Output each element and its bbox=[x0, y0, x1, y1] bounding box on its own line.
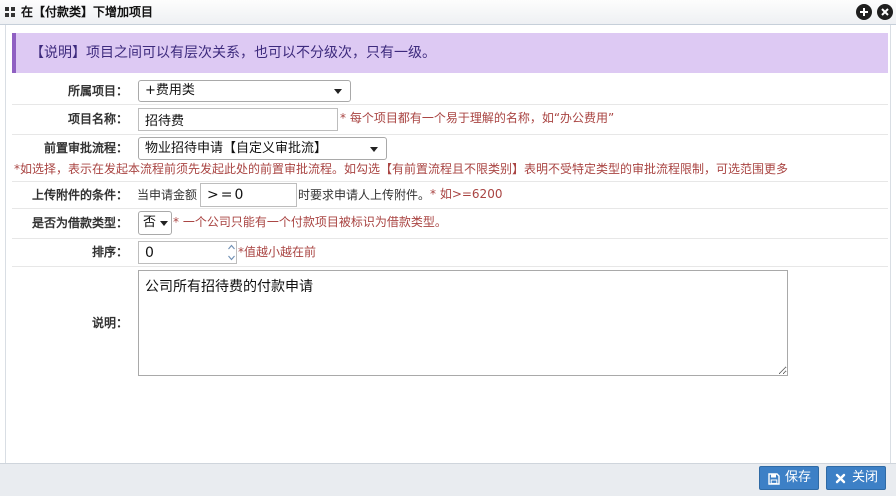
save-button-label: 保存 bbox=[785, 470, 812, 485]
save-button[interactable]: 保存 bbox=[759, 466, 819, 490]
form-row-description: 说明： 公司所有招待费的付款申请 bbox=[12, 267, 888, 382]
item-name-input[interactable] bbox=[138, 108, 338, 131]
attachment-amount-input[interactable] bbox=[200, 183, 297, 207]
pre-approval-label: 前置审批流程： bbox=[43, 141, 128, 155]
description-label: 说明： bbox=[91, 316, 128, 330]
close-circle-icon[interactable] bbox=[877, 4, 893, 20]
is-loan-label: 是否为借款类型： bbox=[31, 216, 128, 230]
parent-item-label: 所属项目： bbox=[67, 84, 128, 98]
pre-approval-note: *如选择，表示在发起本流程前须先发起此处的前置审批流程。如勾选【有前置流程且不限… bbox=[14, 162, 789, 176]
attachment-condition-suffix: 时要求申请人上传附件。 bbox=[298, 188, 431, 202]
close-button-label: 关闭 bbox=[852, 470, 879, 485]
chevron-down-icon bbox=[160, 221, 168, 226]
is-loan-hint: * 一个公司只能有一个付款项目被标识为借款类型。 bbox=[173, 215, 447, 229]
form-row-is-loan: 是否为借款类型： 否 * 一个公司只能有一个付款项目被标识为借款类型。 bbox=[12, 209, 888, 239]
form-row-sort-order: 排序： *值越小越在前 bbox=[12, 239, 888, 267]
chevron-down-icon bbox=[334, 89, 342, 94]
dialog-footer: 保存 关闭 bbox=[0, 463, 896, 496]
pre-approval-select[interactable]: 物业招待申请【自定义审批流】 bbox=[138, 137, 387, 160]
save-icon bbox=[768, 473, 780, 485]
title-bar: 在【付款类】下增加项目 bbox=[0, 0, 896, 25]
parent-item-select[interactable]: +费用类 bbox=[138, 80, 351, 102]
chevron-down-icon bbox=[370, 146, 378, 152]
parent-item-value: +费用类 bbox=[145, 83, 195, 98]
item-name-hint: * 每个项目都有一个易于理解的名称，如“办公费用” bbox=[340, 111, 615, 125]
form-row-pre-approval: 前置审批流程： 物业招待申请【自定义审批流】 *如选择，表示在发起本流程前须先发… bbox=[12, 135, 888, 182]
form-row-attachment-condition: 上传附件的条件： 当申请金额 时要求申请人上传附件。 * 如>=6200 bbox=[12, 182, 888, 209]
sort-order-hint: *值越小越在前 bbox=[238, 245, 317, 259]
is-loan-value: 否 bbox=[143, 215, 157, 230]
form-row-item-name: 项目名称： * 每个项目都有一个易于理解的名称，如“办公费用” bbox=[12, 105, 888, 135]
number-spinner-icon[interactable] bbox=[227, 242, 236, 263]
plus-circle-icon[interactable] bbox=[856, 4, 872, 20]
close-icon bbox=[835, 473, 846, 484]
window-title: 在【付款类】下增加项目 bbox=[21, 5, 154, 19]
close-button[interactable]: 关闭 bbox=[826, 466, 886, 490]
info-banner: 【说明】项目之间可以有层次关系，也可以不分级次，只有一级。 bbox=[12, 33, 888, 73]
description-textarea[interactable]: 公司所有招待费的付款申请 bbox=[138, 270, 788, 376]
sort-order-input[interactable] bbox=[138, 241, 237, 264]
pre-approval-value: 物业招待申请【自定义审批流】 bbox=[145, 141, 328, 156]
attachment-condition-prefix: 当申请金额 bbox=[137, 188, 198, 202]
is-loan-select[interactable]: 否 bbox=[138, 211, 172, 235]
attachment-condition-hint: * 如>=6200 bbox=[430, 187, 503, 201]
sort-order-label: 排序： bbox=[91, 245, 128, 259]
grid-icon bbox=[5, 7, 15, 17]
item-name-label: 项目名称： bbox=[67, 112, 128, 126]
form-row-parent-item: 所属项目： +费用类 bbox=[12, 78, 888, 105]
attachment-condition-label: 上传附件的条件： bbox=[31, 188, 128, 202]
